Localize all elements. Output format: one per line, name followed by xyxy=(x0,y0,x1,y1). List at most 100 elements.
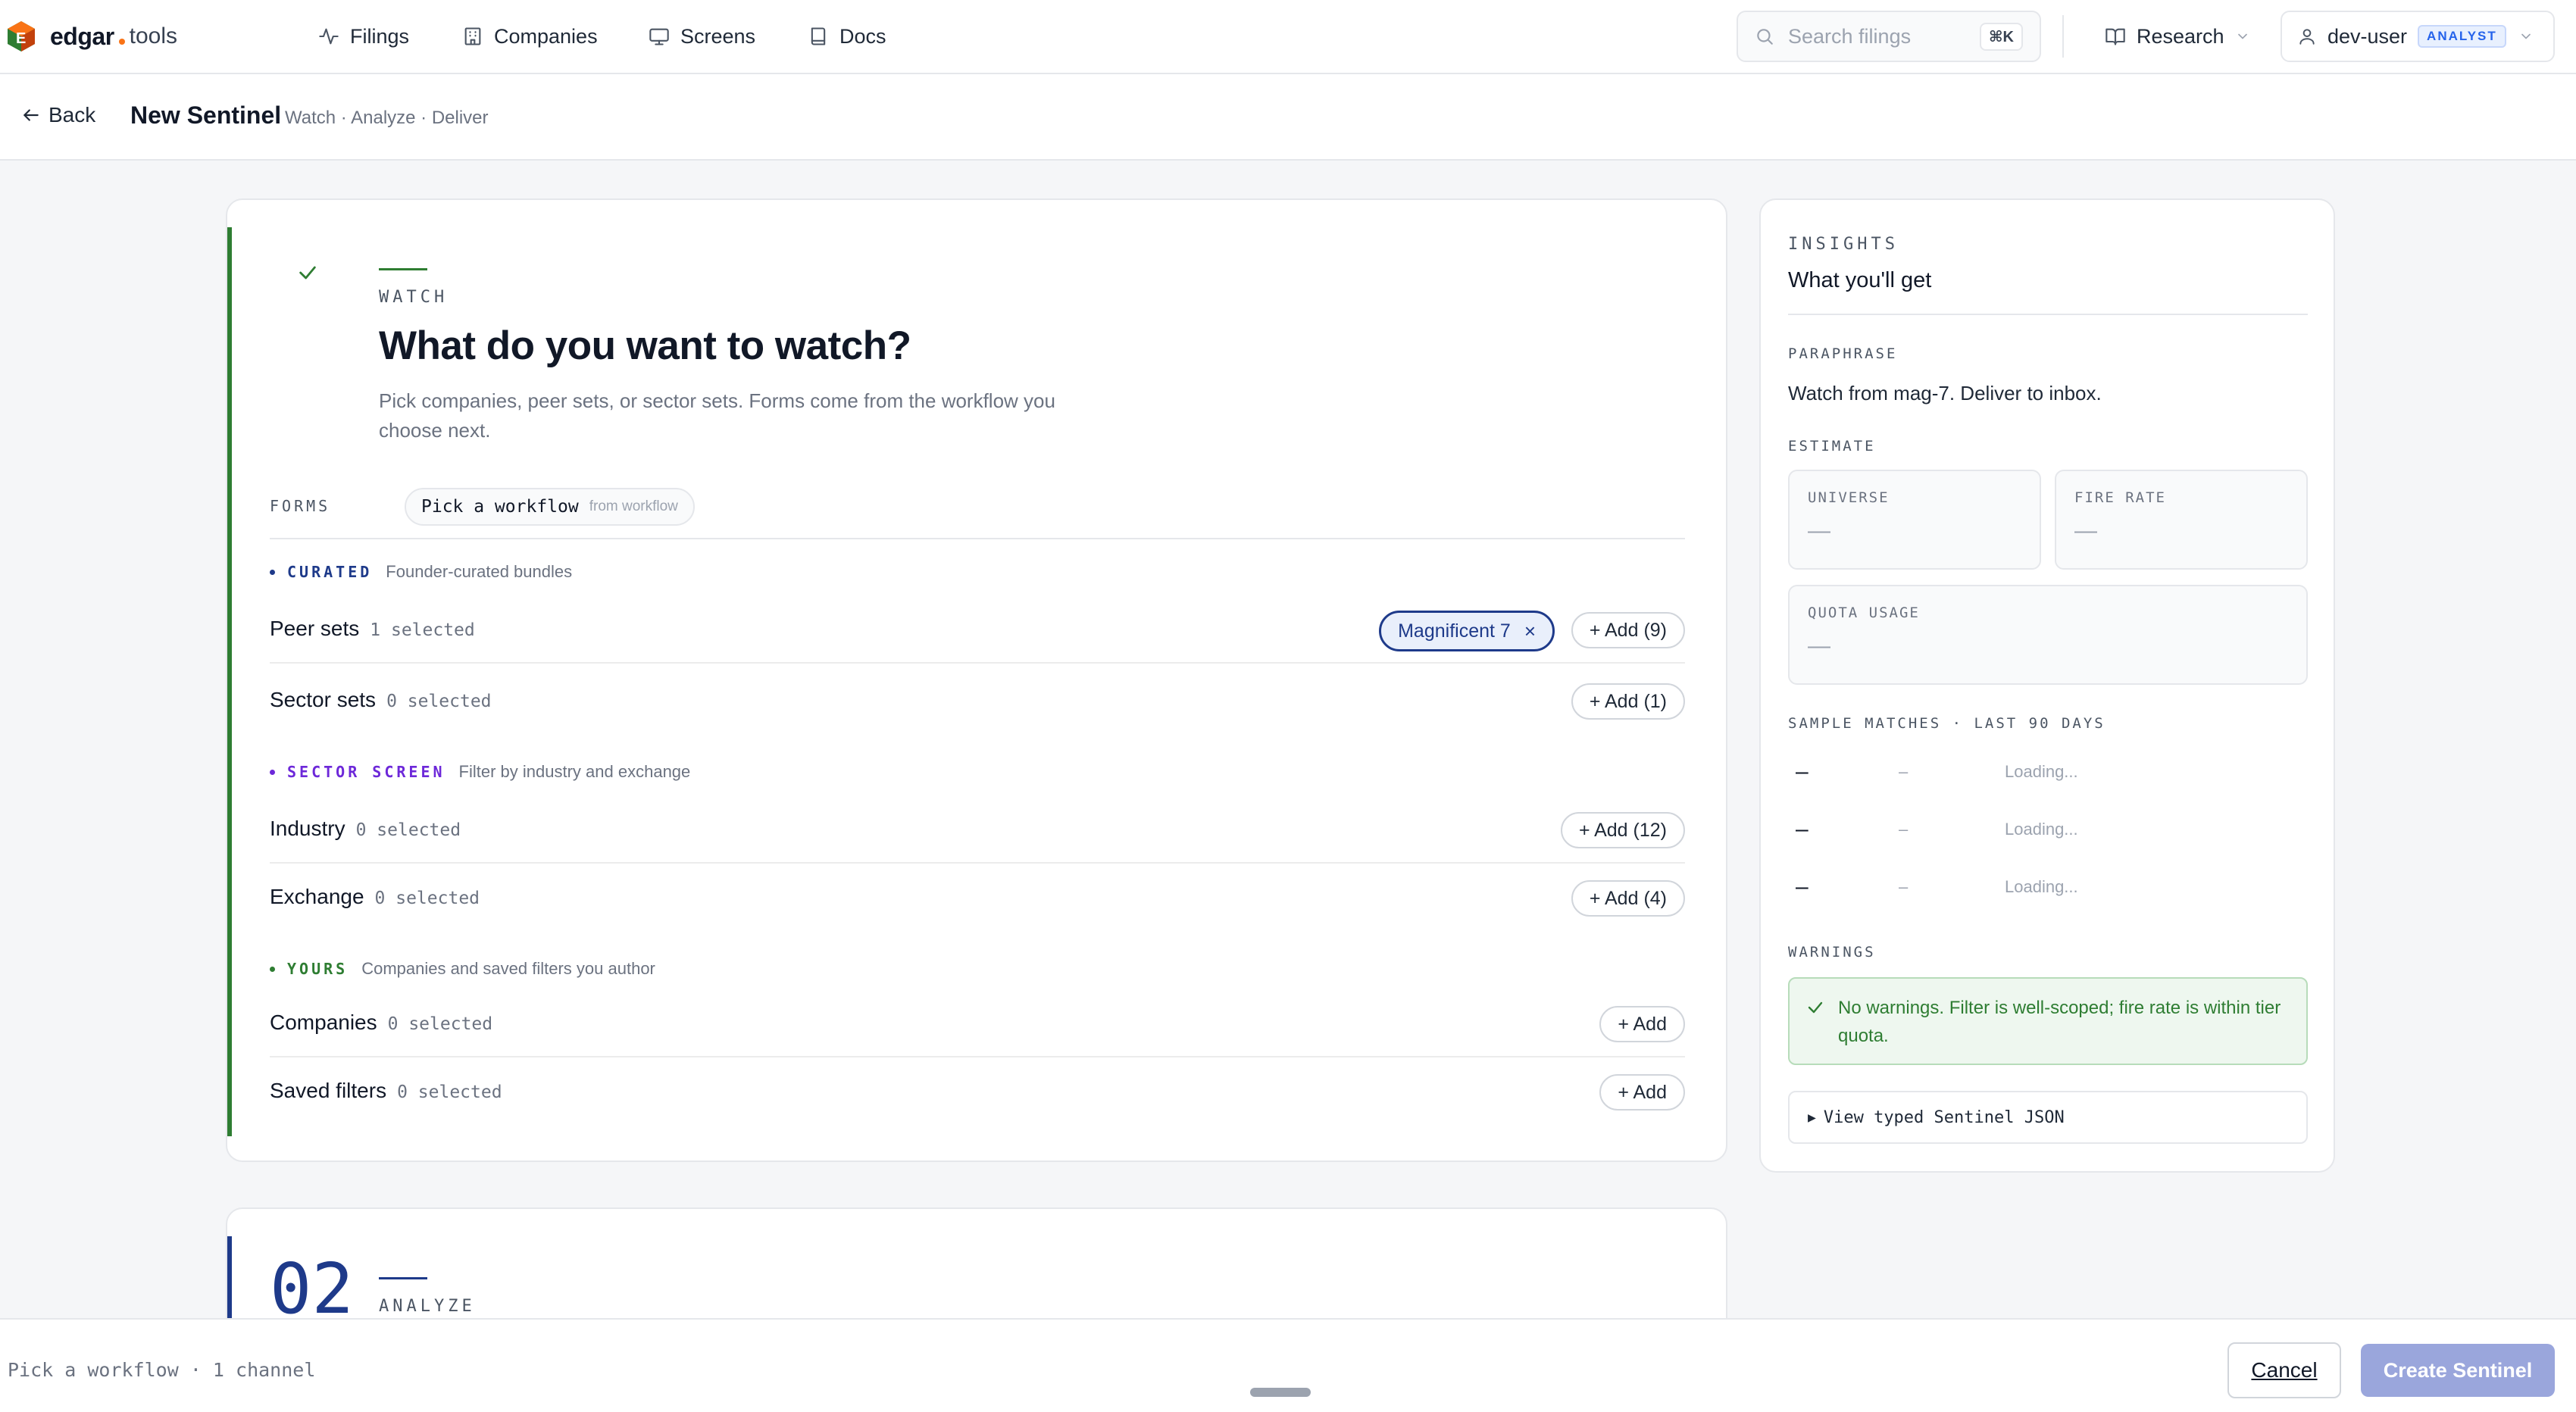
sample-ticker: – xyxy=(1796,874,1809,899)
warnings-label: WARNINGS xyxy=(1788,944,1876,961)
row-label-text: Exchange xyxy=(270,885,364,908)
insights-panel: INSIGHTS What you'll get PARAPHRASE Watc… xyxy=(1759,198,2335,1173)
nav-companies-label: Companies xyxy=(494,24,598,48)
section-desc: Founder-curated bundles xyxy=(386,562,573,581)
role-badge: ANALYST xyxy=(2418,25,2506,48)
user-menu[interactable]: dev-user ANALYST xyxy=(2281,11,2555,62)
json-toggle-label: View typed Sentinel JSON xyxy=(1823,1107,2065,1127)
add-peer-sets-button[interactable]: + Add (9) xyxy=(1571,612,1685,648)
footer-bar: Pick a workflow · 1 channel Cancel Creat… xyxy=(0,1318,2576,1412)
research-menu[interactable]: Research xyxy=(2105,21,2250,52)
section-name: SECTOR SCREEN xyxy=(287,763,445,781)
sample-matches-label: SAMPLE MATCHES · LAST 90 DAYS xyxy=(1788,715,2106,732)
drag-handle[interactable] xyxy=(1250,1388,1311,1397)
cancel-button[interactable]: Cancel xyxy=(2227,1342,2341,1398)
row-label-text: Saved filters xyxy=(270,1079,387,1102)
row-label-text: Companies xyxy=(270,1011,377,1034)
sample-form: – xyxy=(1899,820,1909,839)
nav-divider xyxy=(2062,15,2064,58)
row-label-text: Peer sets xyxy=(270,617,360,640)
stat-label: UNIVERSE xyxy=(1808,489,1890,506)
add-companies-button[interactable]: + Add xyxy=(1599,1006,1685,1042)
section-name: YOURS xyxy=(287,960,349,978)
create-sentinel-button[interactable]: Create Sentinel xyxy=(2361,1344,2555,1397)
building-icon xyxy=(464,27,481,45)
step-line xyxy=(379,1277,427,1279)
row-count: 0 selected xyxy=(374,889,480,908)
logo-text: edgar xyxy=(50,22,114,50)
step-accent-bar xyxy=(227,227,232,1136)
row-label: Exchange 0 selected xyxy=(270,885,480,909)
forms-label: FORMS xyxy=(270,497,331,515)
paraphrase-label: PARAPHRASE xyxy=(1788,345,1898,362)
arrow-left-icon xyxy=(23,109,39,121)
json-toggle[interactable]: ▶ View typed Sentinel JSON xyxy=(1788,1091,2308,1144)
back-label: Back xyxy=(48,103,96,127)
search-shortcut: ⌘K xyxy=(1980,22,2023,51)
nav-companies[interactable]: Companies xyxy=(462,21,598,52)
stat-value: — xyxy=(1808,518,1830,543)
search-input[interactable]: Search filings ⌘K xyxy=(1737,11,2041,62)
section-desc: Filter by industry and exchange xyxy=(458,762,691,781)
sample-form: – xyxy=(1899,877,1909,896)
top-nav: E edgar tools Filings Companies Screens … xyxy=(0,0,2576,74)
nav-docs[interactable]: Docs xyxy=(808,21,886,52)
edgar-logo-icon: E xyxy=(8,21,35,52)
row-count: 0 selected xyxy=(387,1014,493,1034)
add-saved-filters-button[interactable]: + Add xyxy=(1599,1074,1685,1111)
warning-box: No warnings. Filter is well-scoped; fire… xyxy=(1788,977,2308,1065)
stat-value: — xyxy=(2074,518,2097,543)
stat-fire-rate: FIRE RATE — xyxy=(2055,470,2308,570)
row-peer-sets: Peer sets 1 selected Magnificent 7 × + Ad… xyxy=(270,595,1685,664)
selected-chip[interactable]: Magnificent 7 × xyxy=(1379,611,1555,651)
forms-pill[interactable]: Pick a workflow from workflow xyxy=(405,488,695,526)
section-name: CURATED xyxy=(287,563,373,581)
row-label: Saved filters 0 selected xyxy=(270,1079,502,1103)
add-sector-sets-button[interactable]: + Add (1) xyxy=(1571,683,1685,720)
close-icon[interactable]: × xyxy=(1524,620,1536,643)
sample-status: Loading... xyxy=(2005,877,2078,896)
nav-screens[interactable]: Screens xyxy=(649,21,755,52)
nav-filings-label: Filings xyxy=(350,24,410,48)
svg-text:E: E xyxy=(16,30,26,47)
logo[interactable]: E edgar tools xyxy=(6,20,177,53)
book-icon xyxy=(811,27,826,45)
row-industry: Industry 0 selected + Add (12) xyxy=(270,795,1685,864)
stat-label: QUOTA USAGE xyxy=(1808,604,1920,621)
add-exchange-button[interactable]: + Add (4) xyxy=(1571,880,1685,917)
research-label: Research xyxy=(2137,24,2224,48)
section-desc: Companies and saved filters you author xyxy=(361,959,655,978)
sample-ticker: – xyxy=(1796,817,1809,842)
chevron-down-icon xyxy=(2521,33,2531,39)
section-dot xyxy=(270,569,275,575)
step-title: What do you want to watch? xyxy=(379,323,911,368)
step-line xyxy=(379,268,427,270)
sample-status: Loading... xyxy=(2005,762,2078,781)
back-button[interactable]: Back xyxy=(21,103,95,127)
sample-row: – – Loading... xyxy=(1788,874,2308,904)
row-count: 1 selected xyxy=(370,620,475,640)
footer-status: Pick a workflow · 1 channel xyxy=(8,1359,316,1381)
row-label: Industry 0 selected xyxy=(270,817,461,841)
step-description: Pick companies, peer sets, or sector set… xyxy=(379,389,1055,442)
stat-value: — xyxy=(1808,633,1830,658)
add-industry-button[interactable]: + Add (12) xyxy=(1560,812,1685,848)
paraphrase-text: Watch from mag-7. Deliver to inbox. xyxy=(1788,382,2102,405)
user-icon xyxy=(2299,29,2315,45)
subheader: Back New Sentinel Watch · Analyze · Deli… xyxy=(0,74,2576,161)
check-icon xyxy=(1808,1001,1823,1014)
nav-docs-label: Docs xyxy=(839,24,886,48)
sample-form: – xyxy=(1899,762,1909,781)
row-label-text: Industry xyxy=(270,817,345,840)
estimate-label: ESTIMATE xyxy=(1788,438,1876,455)
divider xyxy=(1788,314,2308,315)
forms-value: Pick a workflow xyxy=(421,497,579,517)
stat-universe: UNIVERSE — xyxy=(1788,470,2041,570)
divider xyxy=(270,538,1685,539)
section-sector-screen: SECTOR SCREEN Filter by industry and exc… xyxy=(270,761,690,783)
row-label: Companies 0 selected xyxy=(270,1011,492,1035)
nav-filings[interactable]: Filings xyxy=(318,21,409,52)
row-label-text: Sector sets xyxy=(270,688,377,711)
insights-eyebrow: INSIGHTS xyxy=(1788,235,1899,254)
triangle-right-icon: ▶ xyxy=(1808,1109,1816,1126)
